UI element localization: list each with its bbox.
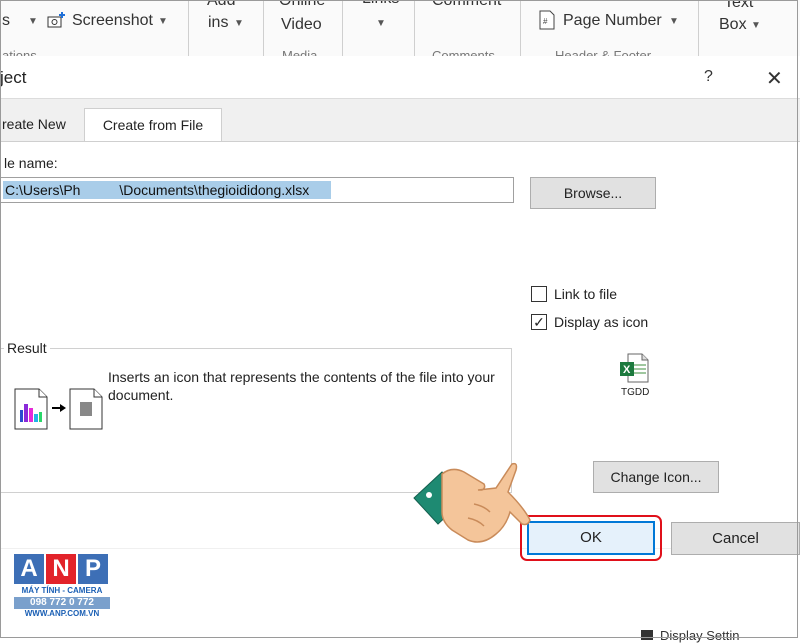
chevron-down-icon[interactable]: ▼ <box>28 16 38 27</box>
page-number-button[interactable]: Page Number <box>563 12 662 30</box>
chevron-down-icon[interactable]: ▼ <box>234 18 244 29</box>
file-name-value: C:\Users\Ph \Documents\thegioididong.xls… <box>5 182 310 198</box>
link-to-file-label[interactable]: Link to file <box>554 286 617 302</box>
links-button[interactable]: Links <box>362 0 399 8</box>
text-box-label[interactable]: Text <box>724 0 753 12</box>
online-video-label[interactable]: Online <box>279 0 325 10</box>
chevron-down-icon[interactable]: ▼ <box>751 20 761 31</box>
cancel-button[interactable]: Cancel <box>671 522 800 555</box>
browse-button[interactable]: Browse... <box>530 177 656 209</box>
display-as-icon-checkbox[interactable]: ✓ <box>531 314 547 330</box>
ribbon-partial-item[interactable]: s <box>2 12 10 30</box>
tab-create-new[interactable]: reate New <box>0 108 82 140</box>
add-ins-label[interactable]: Add <box>207 0 235 10</box>
display-as-icon-label[interactable]: Display as icon <box>554 314 648 330</box>
close-icon[interactable]: ✕ <box>766 66 783 91</box>
help-button[interactable]: ? <box>704 68 713 86</box>
text-box-label-line2[interactable]: Box <box>719 16 747 34</box>
ribbon-divider <box>263 0 264 60</box>
ribbon-divider <box>520 0 521 60</box>
logo-letter-n: N <box>46 554 76 584</box>
result-description: Inserts an icon that represents the cont… <box>108 369 495 403</box>
screenshot-button[interactable]: Screenshot <box>72 12 153 30</box>
pointing-hand-icon <box>412 452 532 557</box>
anp-logo: A N P MÁY TÍNH - CAMERA 098 772 0 772 WW… <box>14 554 110 619</box>
dialog-title: ject <box>0 68 27 87</box>
result-label: Result <box>4 340 50 356</box>
display-settings-icon[interactable] <box>641 630 653 640</box>
file-name-label: le name: <box>4 155 58 171</box>
chevron-down-icon[interactable]: ▼ <box>376 18 386 29</box>
display-settings-label[interactable]: Display Settin <box>660 628 739 643</box>
result-illustration <box>14 386 106 435</box>
ribbon-divider <box>342 0 343 60</box>
svg-text:#: # <box>543 17 548 26</box>
logo-letter-a: A <box>14 554 44 584</box>
svg-text:X: X <box>623 364 631 376</box>
add-ins-label-line2[interactable]: ins <box>208 14 228 32</box>
logo-url: WWW.ANP.COM.VN <box>24 609 100 618</box>
tab-create-from-file[interactable]: Create from File <box>84 108 222 143</box>
comment-button[interactable]: Comment <box>432 0 501 10</box>
excel-file-icon: X <box>618 352 650 389</box>
object-dialog: ject ? ✕ reate New Create from File le n… <box>0 56 800 569</box>
logo-phone: 098 772 0 772 <box>14 597 110 609</box>
ok-button[interactable]: OK <box>527 521 655 555</box>
online-video-label-line2[interactable]: Video <box>281 16 322 34</box>
logo-letter-p: P <box>78 554 108 584</box>
page-number-icon[interactable]: # <box>539 10 555 35</box>
chevron-down-icon[interactable]: ▼ <box>669 16 679 27</box>
link-to-file-checkbox[interactable] <box>531 286 547 302</box>
file-name-field[interactable]: C:\Users\Ph \Documents\thegioididong.xls… <box>0 177 514 203</box>
screenshot-icon[interactable] <box>46 10 66 35</box>
ribbon-divider <box>414 0 415 60</box>
ribbon: s ▼ Screenshot ▼ Add ins ▼ Online Video … <box>0 0 800 60</box>
change-icon-button[interactable]: Change Icon... <box>593 461 719 493</box>
icon-caption: TGDD <box>621 387 650 398</box>
ribbon-divider <box>188 0 189 60</box>
logo-tagline: MÁY TÍNH - CAMERA <box>21 586 103 595</box>
ribbon-divider <box>698 0 699 60</box>
chevron-down-icon[interactable]: ▼ <box>158 16 168 27</box>
